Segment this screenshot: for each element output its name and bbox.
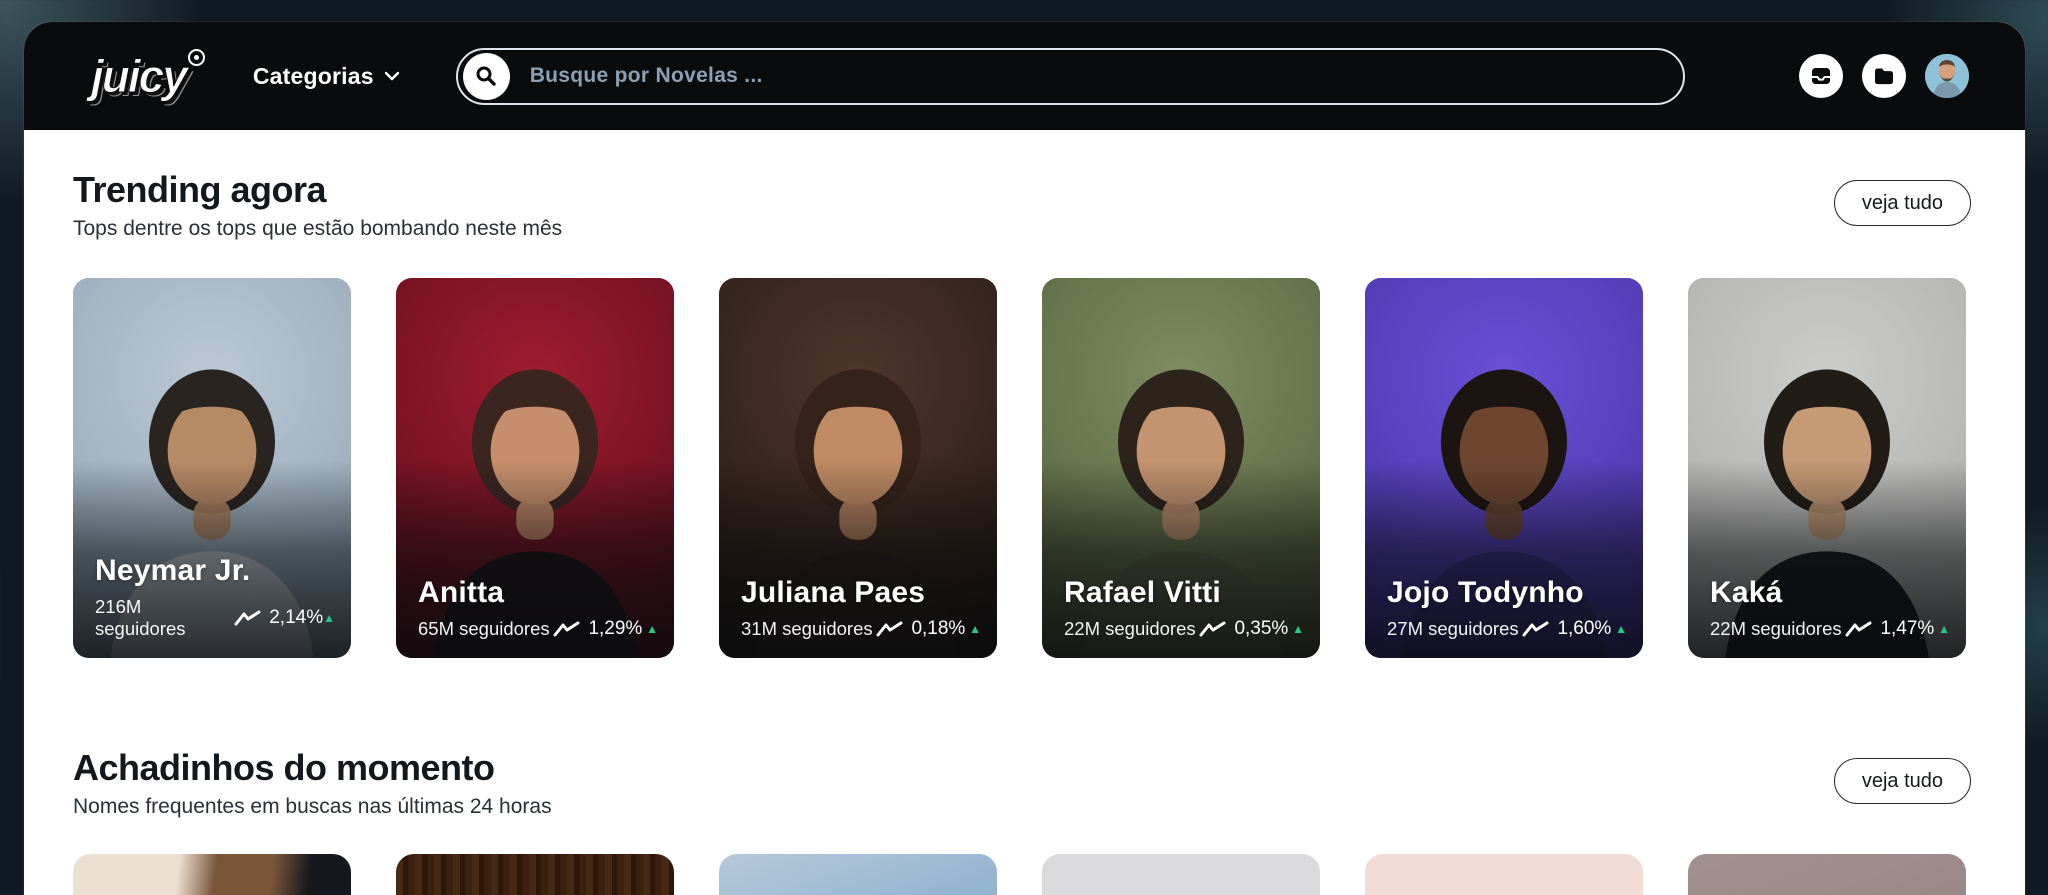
achadinhos-card-row — [73, 854, 1971, 895]
section-trending: Trending agora Tops dentre os tops que e… — [73, 172, 1971, 659]
inbox-tray-icon — [1809, 64, 1833, 88]
trend-line-icon — [1845, 620, 1872, 638]
inbox-button[interactable] — [1799, 54, 1843, 98]
celebrity-stats: 27M seguidores 1,60% ▲ — [1387, 618, 1627, 640]
celebrity-stats: 65M seguidores 1,29% ▲ — [418, 618, 658, 640]
celebrity-name: Anitta — [418, 576, 505, 610]
categories-label: Categorias — [252, 62, 374, 89]
trend-up-arrow-icon: ▲ — [1938, 622, 1950, 637]
celebrity-card[interactable]: Kaká 22M seguidores 1,47% ▲ — [1688, 278, 1966, 659]
trend-group: 1,29% — [553, 618, 642, 640]
card-info: Juliana Paes 31M seguidores 0,18% ▲ — [741, 578, 981, 640]
card-info: Rafael Vitti 22M seguidores 0,35% ▲ — [1064, 578, 1304, 640]
trend-percentage: 0,18% — [911, 618, 966, 640]
trend-line-icon — [1199, 620, 1226, 638]
celebrity-name: Juliana Paes — [741, 576, 926, 610]
card-info: Anitta 65M seguidores 1,29% ▲ — [418, 578, 658, 640]
celebrity-card[interactable]: Rafael Vitti 22M seguidores 0,35% ▲ — [1042, 278, 1320, 659]
trend-group: 0,35% — [1199, 618, 1288, 640]
juicy-logo-text: juicy — [91, 50, 189, 102]
achadinhos-section-header: Achadinhos do momento Nomes frequentes e… — [73, 750, 1971, 818]
achadinho-card[interactable] — [396, 854, 674, 895]
trend-up-arrow-icon: ▲ — [323, 611, 335, 626]
search-icon[interactable] — [462, 52, 510, 100]
celebrity-stats: 216M seguidores 2,14% ▲ — [95, 596, 335, 640]
trending-see-all-button[interactable]: veja tudo — [1833, 180, 1971, 226]
trending-subtitle: Tops dentre os tops que estão bombando n… — [73, 217, 563, 240]
followers-count: 22M seguidores — [1064, 618, 1196, 640]
trend-up-arrow-icon: ▲ — [1615, 622, 1627, 637]
followers-count: 31M seguidores — [741, 618, 873, 640]
folder-icon — [1872, 64, 1896, 88]
achadinho-card[interactable] — [1688, 854, 1966, 895]
card-info: Neymar Jr. 216M seguidores 2,14% ▲ — [95, 556, 335, 640]
trending-title: Trending agora — [73, 169, 327, 210]
achadinho-card[interactable] — [1042, 854, 1320, 895]
app-header: juicy Categorias — [24, 22, 2025, 130]
achadinhos-see-all-button[interactable]: veja tudo — [1833, 758, 1971, 805]
trend-percentage: 1,29% — [588, 618, 643, 640]
celebrity-name: Rafael Vitti — [1064, 576, 1221, 610]
followers-count: 22M seguidores — [1710, 618, 1842, 640]
celebrity-stats: 22M seguidores 1,47% ▲ — [1710, 618, 1950, 640]
trend-up-arrow-icon: ▲ — [969, 622, 981, 637]
followers-count: 216M seguidores — [95, 596, 186, 640]
celebrity-card[interactable]: Anitta 65M seguidores 1,29% ▲ — [396, 278, 674, 659]
juicy-logo[interactable]: juicy — [91, 49, 205, 102]
categories-menu-button[interactable]: Categorias — [253, 63, 400, 90]
achadinhos-heading-block: Achadinhos do momento Nomes frequentes e… — [73, 747, 552, 819]
celebrity-stats: 22M seguidores 0,35% ▲ — [1064, 618, 1304, 640]
juicy-logo-badge-icon — [187, 49, 205, 66]
trend-group: 1,47% — [1845, 618, 1934, 640]
trend-up-arrow-icon: ▲ — [1292, 622, 1304, 637]
trend-percentage: 0,35% — [1234, 618, 1289, 640]
trend-line-icon — [876, 620, 903, 638]
trend-percentage: 1,60% — [1557, 618, 1612, 640]
achadinhos-title: Achadinhos do momento — [73, 747, 495, 789]
trend-up-arrow-icon: ▲ — [646, 622, 658, 637]
chevron-down-icon — [384, 71, 400, 81]
trend-percentage: 2,14% — [269, 607, 324, 629]
trend-percentage: 1,47% — [1880, 618, 1935, 640]
trend-group: 2,14% — [234, 607, 323, 629]
app-window: juicy Categorias Busque por Novelas ... … — [24, 22, 2025, 895]
section-achadinhos: Achadinhos do momento Nomes frequentes e… — [73, 750, 1971, 895]
card-info: Kaká 22M seguidores 1,47% ▲ — [1710, 578, 1950, 640]
achadinho-card[interactable] — [719, 854, 997, 895]
trend-line-icon — [1522, 620, 1549, 638]
trend-line-icon — [553, 620, 580, 638]
search-input[interactable] — [529, 64, 1663, 88]
celebrity-card[interactable]: Jojo Todynho 27M seguidores 1,60% ▲ — [1365, 278, 1643, 659]
trend-group: 0,18% — [876, 618, 965, 640]
user-avatar[interactable] — [1925, 54, 1969, 98]
followers-count: 27M seguidores — [1387, 618, 1519, 640]
trend-group: 1,60% — [1522, 618, 1611, 640]
achadinhos-subtitle: Nomes frequentes em buscas nas últimas 2… — [73, 795, 552, 819]
achadinho-card[interactable] — [73, 854, 351, 895]
achadinho-card[interactable] — [1365, 854, 1643, 895]
trending-card-row: Neymar Jr. 216M seguidores 2,14% ▲ Anitt… — [73, 278, 1971, 659]
main-content: Trending agora Tops dentre os tops que e… — [24, 130, 2025, 895]
celebrity-card[interactable]: Juliana Paes 31M seguidores 0,18% ▲ — [719, 278, 997, 659]
library-button[interactable] — [1862, 54, 1906, 98]
followers-count: 65M seguidores — [418, 618, 550, 640]
card-info: Jojo Todynho 27M seguidores 1,60% ▲ — [1387, 578, 1627, 640]
celebrity-name: Kaká — [1710, 576, 1783, 610]
trending-heading-block: Trending agora Tops dentre os tops que e… — [73, 169, 563, 241]
celebrity-name: Jojo Todynho — [1387, 576, 1584, 610]
search-bar[interactable] — [455, 47, 1685, 105]
celebrity-stats: 31M seguidores 0,18% ▲ — [741, 618, 981, 640]
celebrity-card[interactable]: Neymar Jr. 216M seguidores 2,14% ▲ — [73, 278, 351, 659]
trending-section-header: Trending agora Tops dentre os tops que e… — [73, 172, 1971, 240]
header-actions — [1799, 54, 1969, 98]
celebrity-name: Neymar Jr. — [95, 554, 251, 588]
trend-line-icon — [234, 609, 261, 627]
